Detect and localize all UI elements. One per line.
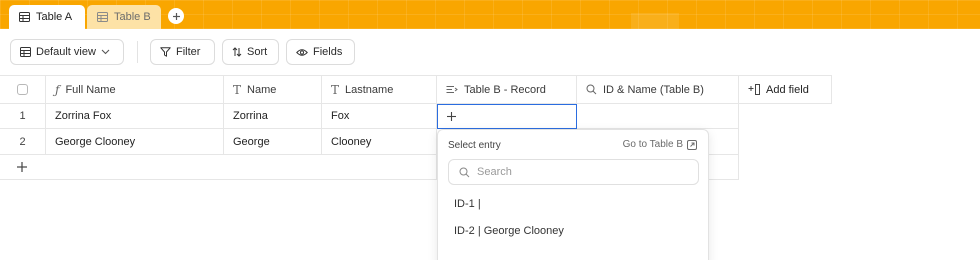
external-link-icon [687,139,697,150]
dropdown-title: Select entry [448,140,501,151]
select-all-checkbox[interactable] [17,84,28,95]
add-field-button[interactable]: Add field [739,76,832,104]
column-header-table-b-record[interactable]: Table B - Record [437,76,577,104]
record-option[interactable]: ID-2 | George Clooney [448,219,699,243]
add-tab-button[interactable] [168,8,184,24]
plus-icon [17,162,27,172]
plus-icon [172,12,180,20]
add-field-label: Add field [766,83,809,96]
sort-icon [232,47,242,57]
row-number: 2 [0,129,46,155]
link-record-icon [446,86,458,93]
eye-icon [296,48,308,56]
cell-lastname[interactable]: Clooney [322,129,437,155]
column-header-label: ID & Name (Table B) [603,83,704,96]
column-header-label: Name [247,83,277,96]
tab-label: Table B [114,11,151,23]
tabbar-shade [631,13,679,29]
table-row: 1 Zorrina Fox Zorrina Fox [0,104,739,129]
cell-full-name[interactable]: George Clooney [46,129,224,155]
row-number: 1 [0,104,46,129]
go-to-table-b-link[interactable]: Go to Table B [623,139,697,150]
view-label: Default view [36,46,96,58]
go-to-label: Go to Table B [622,139,683,150]
column-header-label: Table B - Record [464,83,546,96]
tab-table-b[interactable]: Table B [87,5,161,29]
fields-button[interactable]: Fields [286,39,355,65]
header-row: ƒ Full Name T Name T Lastname Table B - … [0,75,832,104]
column-header-full-name[interactable]: ƒ Full Name [46,76,224,104]
lookup-icon [586,84,597,95]
plus-icon[interactable] [446,111,457,122]
view-selector-button[interactable]: Default view [10,39,124,65]
toolbar: Default view Filter Sort Fields [0,29,980,75]
sort-label: Sort [247,46,268,58]
toolbar-divider [137,41,138,63]
column-header-id-name[interactable]: ID & Name (Table B) [577,76,739,104]
add-column-icon [748,84,760,95]
column-header-lastname[interactable]: T Lastname [322,76,437,104]
column-header-name[interactable]: T Name [224,76,322,104]
cell-full-name[interactable]: Zorrina Fox [46,104,224,129]
record-option[interactable]: ID-1 | [448,192,699,216]
cell-name[interactable]: Zorrina [224,104,322,129]
select-all-cell[interactable] [0,76,46,104]
text-type-icon: T [331,82,340,97]
filter-button[interactable]: Filter [150,39,215,65]
tab-table-a[interactable]: Table A [9,5,85,29]
table-icon [97,12,108,22]
column-header-label: Full Name [65,83,116,96]
dropdown-search[interactable] [448,159,699,185]
table-icon [20,47,31,57]
filter-label: Filter [176,46,201,58]
record-picker-dropdown: Select entry Go to Table B ID-1 | ID-2 |… [437,129,709,260]
text-type-icon: T [233,82,242,97]
filter-icon [160,47,171,57]
search-icon [459,167,470,177]
cell-lastname[interactable]: Fox [322,104,437,129]
formula-icon: ƒ [55,82,60,97]
cell-name[interactable]: George [224,129,322,155]
table-icon [19,12,30,22]
sort-button[interactable]: Sort [222,39,279,65]
chevron-down-icon [101,49,110,55]
search-input[interactable] [477,166,677,178]
tab-label: Table A [36,11,73,23]
fields-label: Fields [313,46,343,58]
cell-table-b-record[interactable] [437,104,577,129]
cell-id-name[interactable] [577,104,739,129]
add-row-button[interactable] [0,155,437,180]
tab-bar: Table A Table B [0,0,980,29]
column-header-label: Lastname [345,83,394,96]
